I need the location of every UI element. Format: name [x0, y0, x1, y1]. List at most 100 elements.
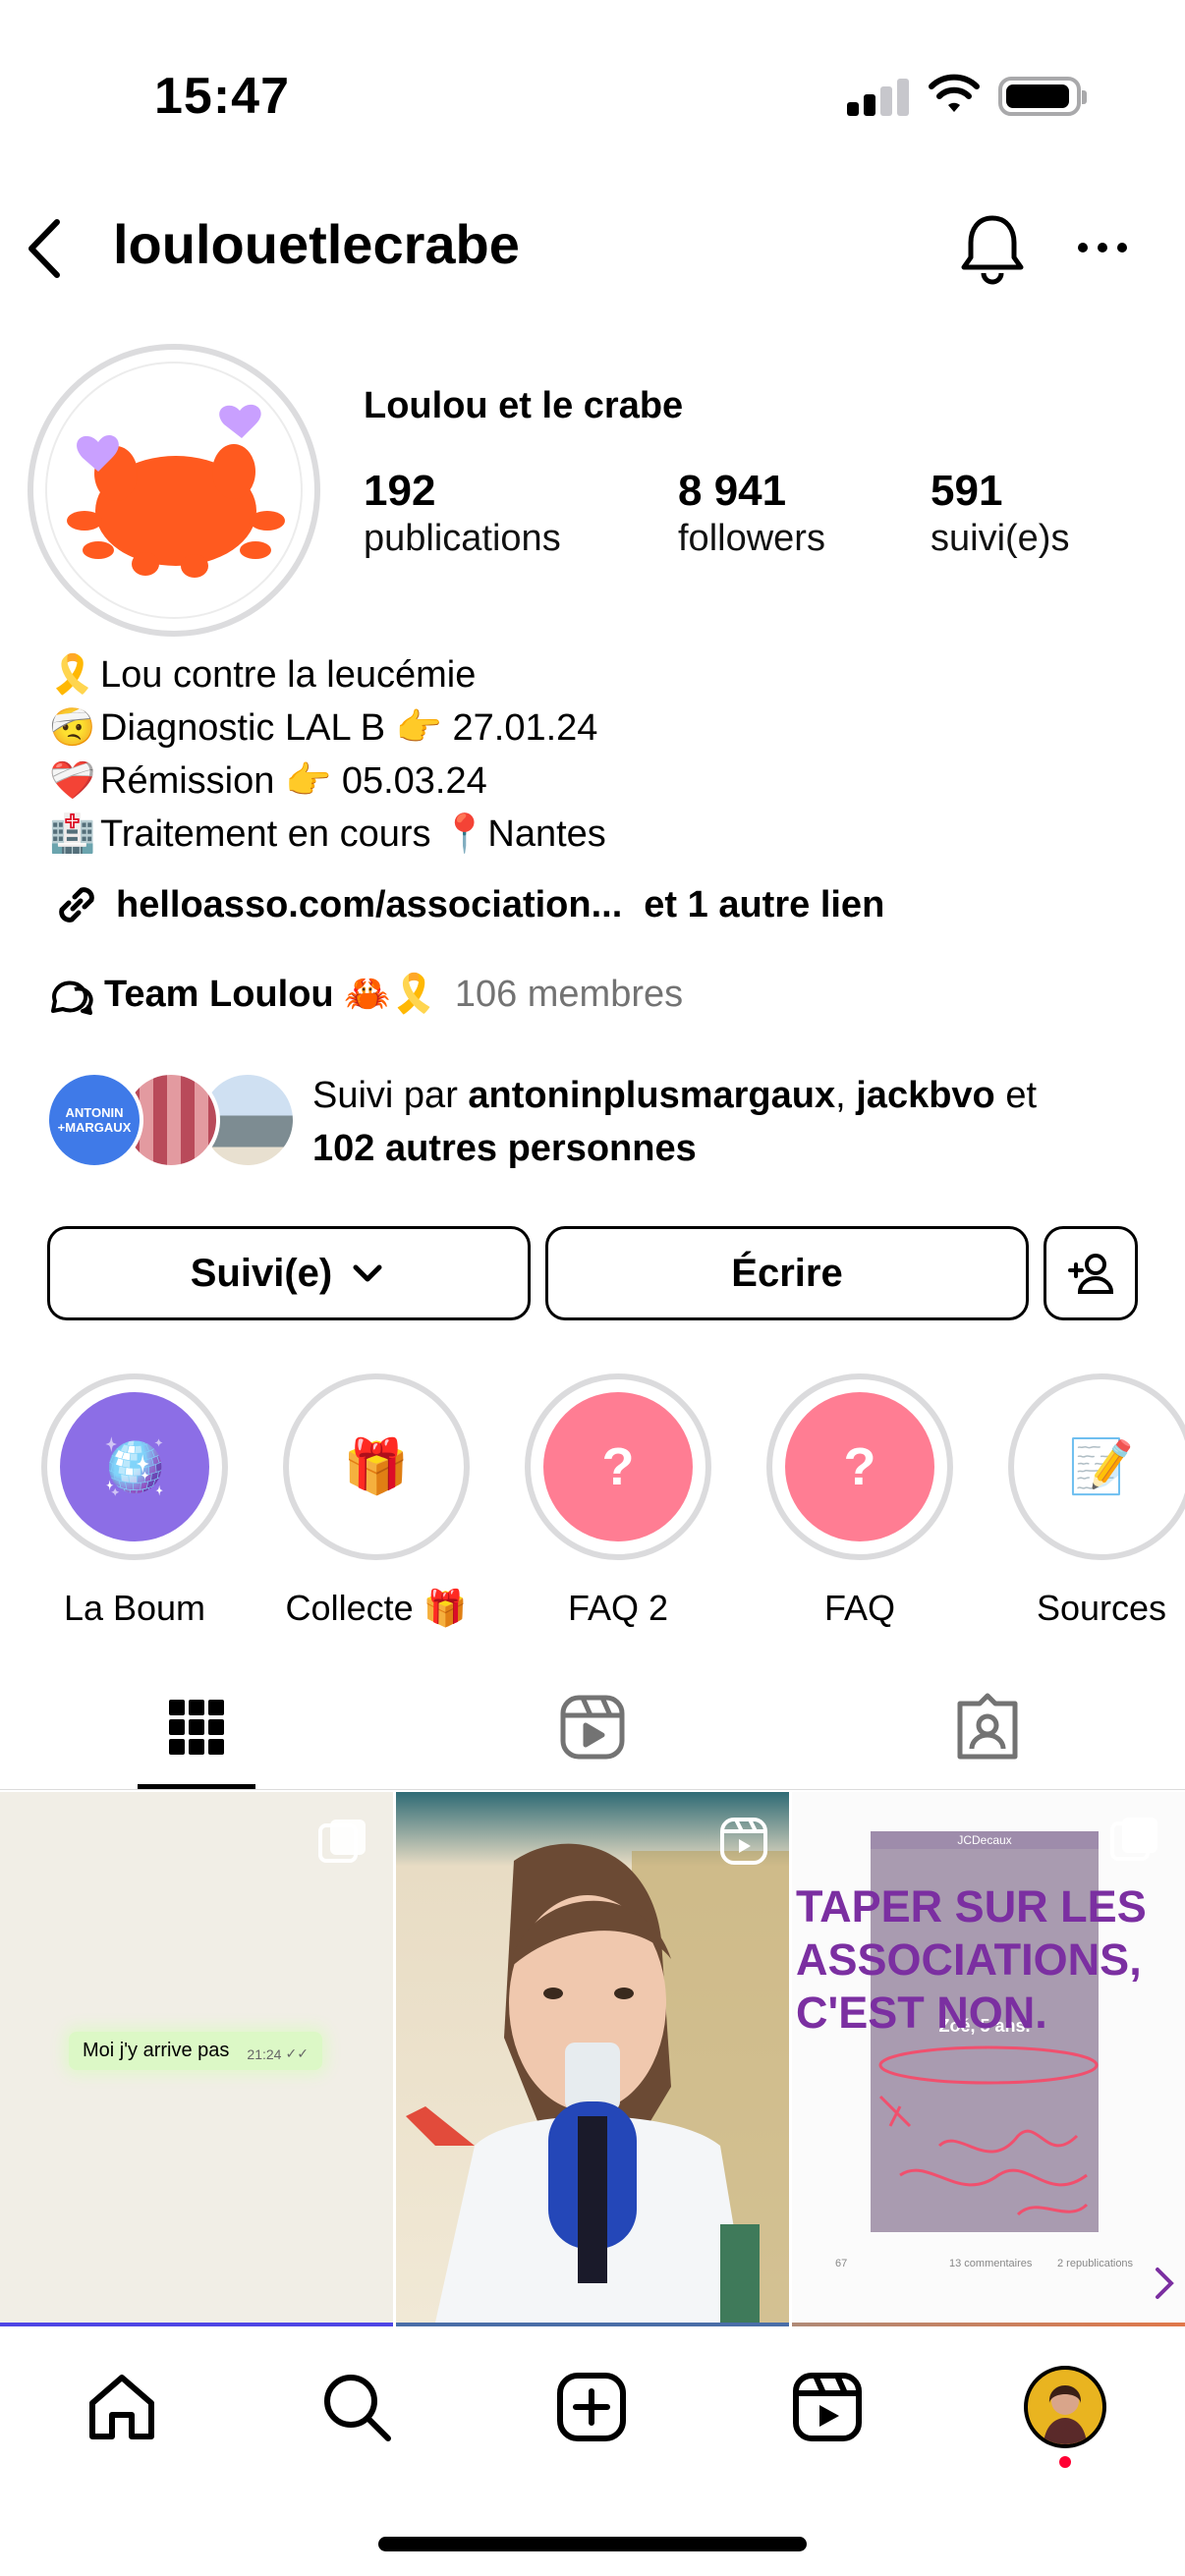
- tab-posts-grid-icon[interactable]: [157, 1688, 236, 1766]
- chat-bubble: Moi j'y arrive pas 21:24 ✓✓: [69, 2032, 322, 2070]
- bio-text: Lou contre la leucémie: [100, 654, 477, 696]
- profile-bio: 🎗️ Lou contre la leucémie 🤕 Diagnostic LAL…: [49, 648, 606, 861]
- stat-label: followers: [678, 518, 825, 559]
- followers-avatars[interactable]: ANTONIN +MARGAUX: [45, 1071, 297, 1169]
- followed-by-sep: ,: [835, 1075, 857, 1116]
- message-button-label: Écrire: [731, 1251, 843, 1295]
- followed-by-user[interactable]: antoninplusmargaux: [468, 1075, 835, 1116]
- highlight-sources[interactable]: 📝 Sources: [1008, 1373, 1185, 1629]
- stat-followers[interactable]: 8 941 followers: [678, 467, 825, 560]
- link-icon: [59, 887, 94, 923]
- followed-by-user[interactable]: jackbvo: [856, 1075, 995, 1116]
- more-options-icon[interactable]: [1075, 240, 1130, 255]
- highlight-label: La Boum: [63, 1588, 206, 1628]
- highlight-label: Sources: [1036, 1588, 1167, 1628]
- home-indicator: [378, 2537, 807, 2551]
- bio-emoji: 🎗️: [49, 654, 96, 696]
- cellular-signal-icon: [847, 79, 910, 116]
- stat-value: 192: [364, 467, 436, 515]
- channel-name: Team Loulou 🦀🎗️: [104, 974, 437, 1015]
- bio-line: 🏥 Traitement en cours 📍Nantes: [49, 808, 606, 861]
- bio-link-more[interactable]: et 1 autre lien: [644, 884, 884, 926]
- followed-by-suffix: et: [994, 1075, 1038, 1116]
- carousel-icon: [318, 1820, 366, 1863]
- reel-badge-icon: [720, 1818, 767, 1865]
- profile-tab-avatar[interactable]: [1024, 2366, 1106, 2448]
- highlight-faq-2[interactable]: ? FAQ 2: [525, 1373, 711, 1629]
- wifi-icon: [929, 74, 980, 112]
- user-photo-image: [1044, 2385, 1087, 2444]
- read-checkmarks-icon: ✓✓: [285, 2045, 309, 2061]
- billboard-brand: JCDecaux: [871, 1831, 1099, 1849]
- tab-divider: [0, 1789, 1185, 1790]
- search-icon[interactable]: [317, 2368, 396, 2446]
- grid-post-2[interactable]: [396, 1792, 789, 2323]
- chat-time: 21:24: [247, 2046, 282, 2062]
- followed-by-text[interactable]: Suivi par antoninplusmargaux, jackbvo et…: [312, 1069, 1167, 1175]
- post-headline: TAPER SUR LES ASSOCIATIONS, C'EST NON.: [796, 1881, 1147, 2038]
- suggested-users-button[interactable]: [1044, 1226, 1138, 1320]
- bio-links[interactable]: helloasso.com/association... et 1 autre …: [49, 877, 884, 932]
- post-photo-image: [406, 1843, 789, 2323]
- handwriting-scribble: [878, 2045, 1099, 2216]
- channel-chat-icon: [51, 980, 93, 1015]
- disco-ball-icon: 🪩: [60, 1392, 209, 1541]
- reels-icon[interactable]: [788, 2368, 867, 2446]
- highlight-label: Collecte 🎁: [285, 1588, 468, 1628]
- grid-post-3[interactable]: JCDecaux Zoé, 5 ans. TAPER SUR LES ASSOC…: [792, 1792, 1185, 2323]
- follower-avatar-text: ANTONIN +MARGAUX: [57, 1105, 132, 1135]
- memo-icon: 📝: [1027, 1392, 1176, 1541]
- carousel-icon: [1110, 1818, 1157, 1861]
- post-footer-comments: 13 commentaires: [949, 2258, 1033, 2269]
- question-mark-icon: ?: [785, 1392, 934, 1541]
- stat-value: 8 941: [678, 467, 787, 515]
- bio-line: 🎗️ Lou contre la leucémie: [49, 648, 606, 701]
- notifications-bell-icon[interactable]: [958, 210, 1027, 285]
- grid-post-1[interactable]: Moi j'y arrive pas 21:24 ✓✓: [0, 1792, 393, 2323]
- post-footer-likes: 67: [835, 2258, 848, 2269]
- tab-tagged-icon[interactable]: [948, 1688, 1027, 1766]
- highlight-label: FAQ: [823, 1588, 896, 1628]
- stat-label: suivi(e)s: [931, 518, 1070, 559]
- profile-avatar[interactable]: [45, 362, 303, 619]
- profile-display-name: Loulou et le crabe: [364, 385, 684, 426]
- create-post-icon[interactable]: [552, 2368, 631, 2446]
- status-time: 15:47: [154, 68, 290, 125]
- back-arrow-icon[interactable]: [20, 214, 67, 283]
- bio-text: Diagnostic LAL B 👉 27.01.24: [100, 707, 598, 749]
- highlight-faq[interactable]: ? FAQ: [766, 1373, 953, 1629]
- chat-message: Moi j'y arrive pas: [83, 2040, 230, 2061]
- stat-publications[interactable]: 192 publications: [364, 467, 561, 560]
- profile-username: loulouetlecrabe: [113, 213, 520, 275]
- home-icon[interactable]: [83, 2368, 161, 2446]
- highlight-label: FAQ 2: [567, 1588, 669, 1628]
- chevron-right-icon: [1156, 2268, 1174, 2299]
- bio-link-url[interactable]: helloasso.com/association...: [116, 884, 622, 926]
- stat-value: 591: [931, 467, 1003, 515]
- message-button[interactable]: Écrire: [545, 1226, 1029, 1320]
- chevron-down-icon: [353, 1264, 382, 1282]
- following-button[interactable]: Suivi(e): [47, 1226, 531, 1320]
- highlight-collecte[interactable]: 🎁 Collecte 🎁: [283, 1373, 470, 1629]
- bio-emoji: 🏥: [49, 813, 96, 855]
- follower-avatar: ANTONIN +MARGAUX: [45, 1071, 143, 1169]
- bio-text: Traitement en cours 📍Nantes: [100, 813, 606, 855]
- broadcast-channel[interactable]: Team Loulou 🦀🎗️ 106 membres: [49, 967, 683, 1022]
- bio-emoji: 🤕: [49, 707, 96, 749]
- highlight-la-boum[interactable]: 🪩 La Boum: [41, 1373, 228, 1629]
- following-button-label: Suivi(e): [190, 1251, 333, 1295]
- channel-members: 106 membres: [454, 973, 684, 1015]
- stat-label: publications: [364, 518, 561, 559]
- question-mark-icon: ?: [543, 1392, 693, 1541]
- stat-following[interactable]: 591 suivi(e)s: [931, 467, 1069, 560]
- bio-text: Rémission 👉 05.03.24: [100, 760, 487, 802]
- followed-by-others[interactable]: 102 autres personnes: [312, 1128, 697, 1169]
- crab-logo-icon: [67, 404, 285, 578]
- add-user-icon: [1068, 1254, 1114, 1294]
- bio-line: 🤕 Diagnostic LAL B 👉 27.01.24: [49, 701, 606, 755]
- tab-reels-icon[interactable]: [553, 1688, 632, 1766]
- battery-icon: [998, 77, 1087, 116]
- bio-line: ❤️‍🩹 Rémission 👉 05.03.24: [49, 755, 606, 808]
- bio-emoji: ❤️‍🩹: [49, 760, 96, 802]
- gift-icon: 🎁: [302, 1392, 451, 1541]
